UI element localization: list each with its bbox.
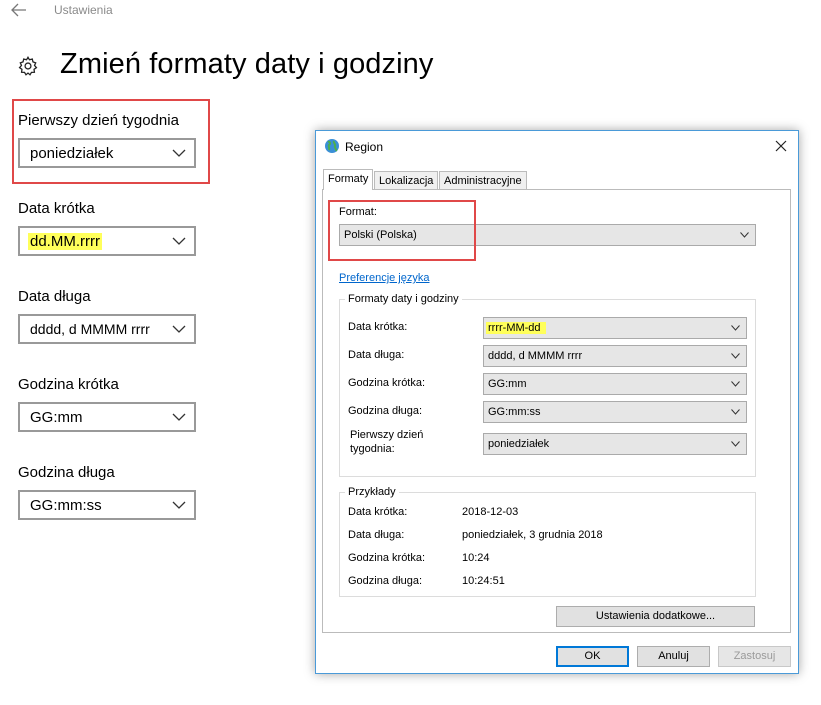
dialog-title: Region [345, 140, 384, 154]
examples-title: Przykłady [345, 486, 399, 498]
short-date-label: Data krótka [18, 200, 95, 217]
example-long-date-label: Data długa: [348, 529, 405, 541]
chevron-down-icon [731, 441, 740, 447]
chevron-down-icon [731, 353, 740, 359]
short-time-value: GG:mm [30, 409, 83, 426]
dlg-first-day-label-line2: tygodnia: [350, 443, 395, 455]
annotation-box-format [328, 200, 476, 261]
dlg-long-time-label: Godzina długa: [348, 405, 422, 417]
dlg-first-day-select[interactable]: poniedziałek [483, 433, 747, 455]
globe-icon [325, 139, 339, 153]
tab-administrative[interactable]: Administracyjne [439, 171, 527, 189]
app-title: Ustawienia [54, 3, 113, 17]
example-long-date-value: poniedziałek, 3 grudnia 2018 [462, 529, 603, 541]
long-time-label: Godzina długa [18, 464, 115, 481]
dlg-short-time-value: GG:mm [488, 378, 527, 390]
chevron-down-icon [172, 413, 186, 421]
example-short-date-value: 2018-12-03 [462, 506, 519, 518]
close-icon[interactable] [774, 139, 788, 153]
dlg-long-date-select[interactable]: dddd, d MMMM rrrr [483, 345, 747, 367]
page-title: Zmień formaty daty i godziny [60, 48, 434, 80]
dlg-first-day-value: poniedziałek [488, 438, 550, 450]
tab-formats[interactable]: Formaty [323, 169, 374, 190]
date-time-formats-title: Formaty daty i godziny [345, 293, 462, 305]
dlg-short-date-label: Data krótka: [348, 321, 408, 333]
dlg-long-date-value: dddd, d MMMM rrrr [488, 350, 583, 362]
chevron-down-icon [172, 325, 186, 333]
chevron-down-icon [731, 409, 740, 415]
example-long-time-label: Godzina długa: [348, 575, 422, 587]
long-date-value: dddd, d MMMM rrrr [30, 321, 150, 337]
chevron-down-icon [172, 237, 186, 245]
long-time-select[interactable]: GG:mm:ss [18, 490, 196, 520]
chevron-down-icon [731, 381, 740, 387]
dlg-short-date-value: rrrr-MM-dd [486, 322, 546, 334]
chevron-down-icon [731, 325, 740, 331]
tab-location[interactable]: Lokalizacja [374, 171, 439, 189]
short-date-value: dd.MM.rrrr [28, 233, 102, 250]
formats-panel: Format: Polski (Polska) Preferencje języ… [322, 189, 791, 633]
short-time-label: Godzina krótka [18, 376, 119, 393]
dlg-long-date-label: Data długa: [348, 349, 405, 361]
language-preferences-link[interactable]: Preferencje języka [339, 272, 430, 284]
back-arrow-icon[interactable] [10, 2, 28, 18]
gear-icon [18, 56, 38, 76]
dlg-long-time-select[interactable]: GG:mm:ss [483, 401, 747, 423]
example-short-time-value: 10:24 [462, 552, 490, 564]
short-date-select[interactable]: dd.MM.rrrr [18, 226, 196, 256]
chevron-down-icon [172, 501, 186, 509]
example-short-time-label: Godzina krótka: [348, 552, 426, 564]
dlg-long-time-value: GG:mm:ss [488, 406, 541, 418]
region-dialog: Region Formaty Lokalizacja Administracyj… [315, 130, 799, 674]
dlg-short-time-select[interactable]: GG:mm [483, 373, 747, 395]
ok-button[interactable]: OK [556, 646, 629, 667]
additional-settings-button[interactable]: Ustawienia dodatkowe... [556, 606, 755, 627]
dlg-short-time-label: Godzina krótka: [348, 377, 426, 389]
long-time-value: GG:mm:ss [30, 497, 102, 514]
annotation-box-first-day [12, 99, 210, 184]
long-date-select[interactable]: dddd, d MMMM rrrr [18, 314, 196, 344]
dlg-first-day-label-line1: Pierwszy dzień [350, 429, 424, 441]
cancel-button[interactable]: Anuluj [637, 646, 710, 667]
apply-button[interactable]: Zastosuj [718, 646, 791, 667]
chevron-down-icon [740, 232, 749, 238]
long-date-label: Data długa [18, 288, 91, 305]
example-short-date-label: Data krótka: [348, 506, 408, 518]
short-time-select[interactable]: GG:mm [18, 402, 196, 432]
example-long-time-value: 10:24:51 [462, 575, 505, 587]
dlg-short-date-select[interactable]: rrrr-MM-dd [483, 317, 747, 339]
